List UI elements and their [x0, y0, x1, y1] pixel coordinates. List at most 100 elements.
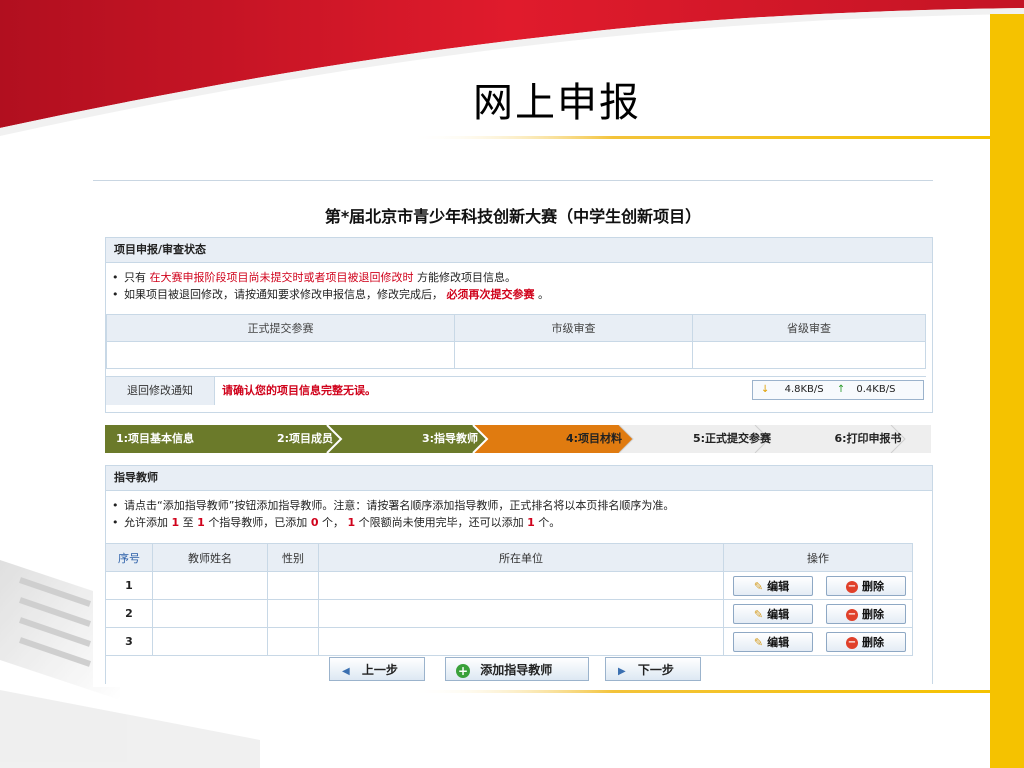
download-speed: 4.8KB/S	[784, 384, 824, 395]
return-notice-text: 请确认您的项目信息完整无误。	[222, 384, 376, 397]
teacher-table-header: 序号 教师姓名 性别 所在单位 操作	[105, 543, 913, 572]
note-text: 个限额尚未使用完毕，还可以添加	[358, 516, 524, 529]
status-col-city: 市级审查	[454, 314, 693, 342]
status-section-header: 项目申报/审查状态	[106, 238, 932, 263]
minus-circle-icon: −	[846, 608, 858, 621]
col-index: 序号	[105, 543, 153, 572]
delete-button[interactable]: − 删除	[826, 603, 906, 624]
edit-label: 编辑	[767, 579, 790, 593]
status-notes: • 只有 在大赛申报阶段项目尚未提交时或者项目被退回修改时 方能修改项目信息。 •…	[106, 263, 932, 303]
return-notice-label: 退回修改通知	[106, 377, 215, 405]
next-step-button[interactable]: ▶ 下一步	[605, 657, 701, 681]
prev-step-label: 上一步	[361, 663, 398, 677]
status-note-2: • 如果项目被退回修改，请按通知要求修改申报信息，修改完成后， 必须再次提交参赛 …	[112, 288, 549, 301]
edit-button[interactable]: ✎ 编辑	[732, 631, 813, 652]
slide-title: 网上申报	[473, 80, 641, 126]
teacher-table: 序号 教师姓名 性别 所在单位 操作 1 ✎ 编辑 − 删除 2 ✎ 编辑 − 删除 3	[105, 543, 913, 656]
prev-step-button[interactable]: ◀ 上一步	[329, 657, 425, 681]
note-text: 至	[182, 516, 194, 529]
next-step-label: 下一步	[637, 663, 674, 677]
application-panel: 第*届北京市青少年科技创新大赛（中学生创新项目） 项目申报/审查状态 • 只有 在…	[93, 180, 933, 687]
table-row: 3 ✎ 编辑 − 删除	[105, 627, 913, 656]
status-table: 正式提交参赛 市级审查 省级审查	[106, 314, 926, 369]
row-actions: ✎ 编辑 − 删除	[723, 627, 913, 656]
status-col-submit: 正式提交参赛	[106, 314, 455, 342]
delete-label: 删除	[862, 607, 884, 621]
edit-button[interactable]: ✎ 编辑	[732, 603, 813, 624]
teacher-note-2: • 允许添加 1 至 1 个指导教师，已添加 0 个， 1 个限额尚未使用完毕，还…	[112, 516, 561, 529]
contest-title: 第*届北京市青少年科技创新大赛（中学生创新项目）	[324, 207, 702, 226]
edit-label: 编辑	[767, 607, 790, 621]
download-arrow-icon: ↓	[761, 384, 770, 395]
speed-indicator: ↓ 4.8KB/S ↑ 0.4KB/S	[752, 380, 924, 400]
note-highlight: 必须再次提交参赛	[446, 288, 535, 301]
added-count: 0	[310, 516, 319, 529]
pencil-icon: ✎	[753, 607, 764, 621]
return-notice-row: 退回修改通知 请确认您的项目信息完整无误。 ↓ 4.8KB/S ↑ 0.4KB/…	[106, 376, 926, 405]
add-teacher-label: 添加指导教师	[480, 663, 553, 677]
note-highlight: 在大赛申报阶段项目尚未提交时或者项目被退回修改时	[149, 271, 414, 284]
col-gender: 性别	[267, 543, 319, 572]
status-col-province: 省级审查	[692, 314, 926, 342]
minus-circle-icon: −	[846, 636, 858, 649]
status-section: 项目申报/审查状态 • 只有 在大赛申报阶段项目尚未提交时或者项目被退回修改时 方…	[105, 237, 933, 413]
table-row: 1 ✎ 编辑 − 删除	[105, 571, 913, 600]
note-text: 只有	[124, 271, 146, 284]
teacher-section-header: 指导教师	[106, 466, 932, 491]
step-2[interactable]: 2:项目成员	[255, 425, 355, 453]
note-text: 允许添加	[124, 516, 168, 529]
status-note-1: • 只有 在大赛申报阶段项目尚未提交时或者项目被退回修改时 方能修改项目信息。	[112, 271, 516, 284]
note-text: 个指导教师，已添加	[208, 516, 308, 529]
step-5[interactable]: 5:正式提交参赛	[667, 425, 797, 453]
minus-circle-icon: −	[846, 580, 858, 593]
unused-quota: 1	[347, 516, 356, 529]
upload-arrow-icon: ↑	[836, 384, 846, 395]
row-index: 1	[105, 571, 153, 600]
step-1[interactable]: 1:项目基本信息	[105, 425, 205, 453]
status-cell	[454, 341, 693, 369]
note-text: 请点击“添加指导教师”按钮添加指导教师。注意：请按署名顺序添加指导教师，正式排名…	[124, 499, 675, 512]
edit-button[interactable]: ✎ 编辑	[732, 575, 813, 596]
step-arrows	[105, 425, 931, 453]
step-3[interactable]: 3:指导教师	[395, 425, 505, 453]
left-arrow-icon: ◀	[342, 666, 350, 677]
step-6[interactable]: 6:打印申报书	[813, 425, 923, 453]
cell-gender	[267, 571, 319, 600]
pencil-icon: ✎	[753, 579, 764, 593]
limit-max: 1	[197, 516, 205, 529]
delete-label: 删除	[862, 635, 884, 649]
upload-speed: 0.4KB/S	[856, 384, 896, 395]
cell-gender	[267, 599, 319, 628]
note-text: 方能修改项目信息。	[417, 271, 516, 284]
note-text: 个。	[538, 516, 561, 529]
delete-button[interactable]: − 删除	[826, 575, 906, 596]
row-actions: ✎ 编辑 − 删除	[723, 599, 913, 628]
edit-label: 编辑	[767, 635, 790, 649]
note-text: 。	[538, 288, 549, 301]
pencil-icon: ✎	[753, 635, 764, 649]
teacher-notes: • 请点击“添加指导教师”按钮添加指导教师。注意：请按署名顺序添加指导教师，正式排…	[106, 491, 932, 531]
limit-min: 1	[171, 516, 180, 529]
plus-circle-icon: +	[456, 663, 470, 678]
teacher-note-1: • 请点击“添加指导教师”按钮添加指导教师。注意：请按署名顺序添加指导教师，正式排…	[112, 499, 675, 512]
row-actions: ✎ 编辑 − 删除	[723, 571, 913, 600]
note-text: 个，	[321, 516, 344, 529]
row-index: 3	[105, 627, 153, 656]
cell-organization	[318, 571, 724, 600]
delete-label: 删除	[862, 579, 884, 593]
status-cell	[692, 341, 926, 369]
row-index: 2	[105, 599, 153, 628]
status-cell	[106, 341, 455, 369]
cell-name	[152, 627, 268, 656]
delete-button[interactable]: − 删除	[826, 631, 906, 652]
remaining-count: 1	[527, 516, 535, 529]
cell-organization	[318, 599, 724, 628]
note-text: 如果项目被退回修改，请按通知要求修改申报信息，修改完成后，	[124, 288, 443, 301]
right-arrow-icon: ▶	[618, 666, 626, 677]
add-teacher-button[interactable]: + 添加指导教师	[445, 657, 589, 681]
col-name: 教师姓名	[152, 543, 268, 572]
step-4[interactable]: 4:项目材料	[539, 425, 649, 453]
col-organization: 所在单位	[318, 543, 724, 572]
col-actions: 操作	[723, 543, 913, 572]
cell-name	[152, 599, 268, 628]
